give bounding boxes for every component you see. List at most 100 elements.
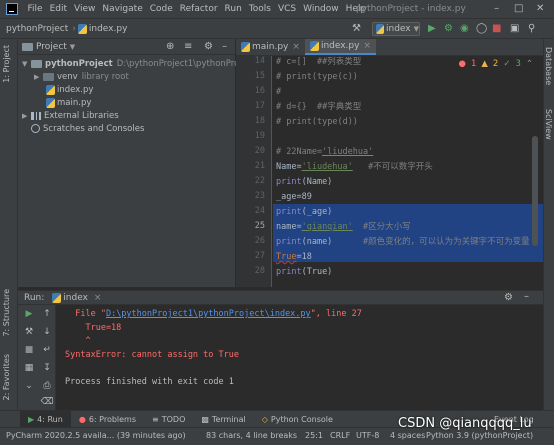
tree-item-venv[interactable]: ▶ venv library root xyxy=(34,70,129,83)
build-hammer-icon[interactable]: ⚒ xyxy=(352,23,361,34)
tab-project-tool[interactable]: 1: Project xyxy=(2,45,11,83)
scroll-to-end-icon[interactable]: ↧ xyxy=(40,363,54,373)
menu-window[interactable]: Window xyxy=(300,4,343,14)
tab-label: Python Console xyxy=(270,414,333,424)
code-comment: type xyxy=(316,72,338,82)
debug-icon[interactable]: ⚙ xyxy=(444,23,453,34)
project-panel-title[interactable]: Project xyxy=(36,42,67,52)
collapse-icon[interactable]: ≡ xyxy=(184,41,192,52)
menu-vcs[interactable]: VCS xyxy=(274,4,299,14)
tab-label: main.py xyxy=(252,42,289,52)
interpreter-setting[interactable]: Python 3.9 (pythonProject) xyxy=(426,431,533,440)
locate-icon[interactable]: ⊕ xyxy=(166,41,174,52)
maximize-icon[interactable]: □ xyxy=(514,3,523,14)
scroll-up-icon[interactable]: ↑ xyxy=(40,309,54,319)
code-comment: # xyxy=(276,72,287,82)
stop-icon[interactable]: ■ xyxy=(492,23,501,34)
tab-todo[interactable]: ≡ TODO xyxy=(144,411,193,428)
pin-icon[interactable]: ⌄ xyxy=(22,381,36,391)
close-tab-icon[interactable]: × xyxy=(94,293,102,303)
breadcrumb-file[interactable]: index.py xyxy=(89,24,128,34)
scrollbar-thumb[interactable] xyxy=(532,136,538,246)
python-file-icon xyxy=(241,42,250,52)
rerun-icon[interactable]: ▶ xyxy=(22,309,36,319)
file-encoding[interactable]: UTF-8 xyxy=(356,431,379,440)
layout-icon[interactable]: ▦ xyxy=(22,363,36,373)
editor-scrollbar[interactable] xyxy=(531,56,539,287)
chevron-down-icon[interactable]: ▼ xyxy=(70,43,75,51)
run-config-select[interactable]: index ▼ xyxy=(372,22,420,36)
hide-icon[interactable]: – xyxy=(524,291,529,302)
soft-wrap-icon[interactable]: ↵ xyxy=(40,345,54,355)
close-tab-icon[interactable]: × xyxy=(363,41,371,51)
coverage-icon[interactable]: ◉ xyxy=(460,23,469,34)
tab-main-py[interactable]: main.py × xyxy=(236,39,305,55)
tab-python-console[interactable]: ◇ Python Console xyxy=(254,411,341,428)
indent-setting[interactable]: 4 spaces xyxy=(390,431,425,440)
profile-icon[interactable]: ◯ xyxy=(476,23,487,34)
run-panel-label: Run: xyxy=(24,292,45,303)
scroll-down-icon[interactable]: ↓ xyxy=(40,327,54,337)
project-folder-icon xyxy=(22,42,33,51)
tab-database-tool[interactable]: Database xyxy=(544,47,553,85)
print-icon[interactable]: ⎙ xyxy=(40,381,54,391)
console-text: ", line 27 xyxy=(310,309,362,319)
run-tab-index[interactable]: index xyxy=(63,293,88,303)
close-icon[interactable]: ✕ xyxy=(536,3,544,14)
code-comment: ##列表类型 xyxy=(316,57,362,67)
tab-favorites-tool[interactable]: 2: Favorites xyxy=(2,354,11,400)
hide-icon[interactable]: – xyxy=(222,41,227,52)
tab-index-py[interactable]: index.py × xyxy=(304,39,377,55)
gear-icon[interactable]: ⚙ xyxy=(204,41,213,52)
tree-item-main-py[interactable]: main.py xyxy=(46,96,91,109)
trash-icon[interactable]: ⌫ xyxy=(40,397,54,407)
code-comment: 'liudehua' xyxy=(322,147,374,157)
minimize-icon[interactable]: – xyxy=(494,3,499,14)
stop-icon[interactable]: ■ xyxy=(22,345,36,355)
tab-structure-tool[interactable]: 7: Structure xyxy=(2,289,11,337)
menu-refactor[interactable]: Refactor xyxy=(176,4,221,14)
line-number: 15 xyxy=(254,71,265,81)
tree-item-scratches[interactable]: Scratches and Consoles xyxy=(31,122,144,135)
tree-item-index-py[interactable]: index.py xyxy=(46,83,93,96)
tab-problems[interactable]: ● 6: Problems xyxy=(71,411,144,428)
close-tab-icon[interactable]: × xyxy=(292,42,300,52)
tab-sciview-tool[interactable]: SciView xyxy=(544,109,553,140)
gear-icon[interactable]: ⚙ xyxy=(504,292,513,303)
tab-run[interactable]: ▶ 4: Run xyxy=(20,410,71,428)
run-console[interactable]: File "D:\pythonProject1\pythonProject\in… xyxy=(56,305,543,410)
code-line-26: print(name) #颜色变化的，可以认为为关键字不可为变量 xyxy=(276,236,530,249)
menu-run[interactable]: Run xyxy=(221,4,245,14)
menu-file[interactable]: File xyxy=(24,4,46,14)
menu-edit[interactable]: Edit xyxy=(46,4,70,14)
menu-view[interactable]: View xyxy=(71,4,99,14)
search-icon[interactable]: ⚲ xyxy=(528,23,535,34)
tree-item-external-libraries[interactable]: ▶ External Libraries xyxy=(22,109,119,122)
run-panel-header: Run: index × ⚙ – xyxy=(18,290,543,305)
code-identifier: Name= xyxy=(276,162,302,172)
menu-tools[interactable]: Tools xyxy=(245,4,274,14)
update-notice[interactable]: PyCharm 2020.2.5 availa... (39 minutes a… xyxy=(6,431,186,440)
code-line-23: _age=89 xyxy=(276,191,312,204)
code-comment: print xyxy=(286,117,312,127)
cursor-position[interactable]: 25:1 xyxy=(305,431,323,440)
tab-label: 6: Problems xyxy=(88,414,137,424)
line-number: 21 xyxy=(254,161,265,171)
line-separator[interactable]: CRLF xyxy=(330,431,350,440)
code-line-18: # print(type(d)) xyxy=(276,116,358,129)
tab-terminal[interactable]: ▩ Terminal xyxy=(193,411,253,428)
scratches-icon xyxy=(31,124,40,133)
code-editor[interactable]: # c=[] ##列表类型 # print(type(c)) # # d={} … xyxy=(273,56,543,287)
menu-code[interactable]: Code xyxy=(146,4,176,14)
tree-item-note: library root xyxy=(81,71,129,82)
console-file-link[interactable]: D:\pythonProject1\pythonProject\index.py xyxy=(106,309,311,319)
code-line-15: # print(type(c)) xyxy=(276,71,358,84)
menu-navigate[interactable]: Navigate xyxy=(99,4,146,14)
vcs-icon[interactable]: ▣ xyxy=(510,23,519,34)
wrench-icon[interactable]: ⚒ xyxy=(22,327,36,337)
code-comment: # xyxy=(276,117,287,127)
run-icon[interactable]: ▶ xyxy=(428,23,436,34)
breadcrumb-project[interactable]: pythonProject xyxy=(0,24,68,34)
tree-root[interactable]: ▼ pythonProject D:\pythonProject1\python… xyxy=(22,57,255,70)
inspection-widget[interactable]: ● 1 ▲ 2 ✓ 3 ⌃ xyxy=(459,59,533,69)
